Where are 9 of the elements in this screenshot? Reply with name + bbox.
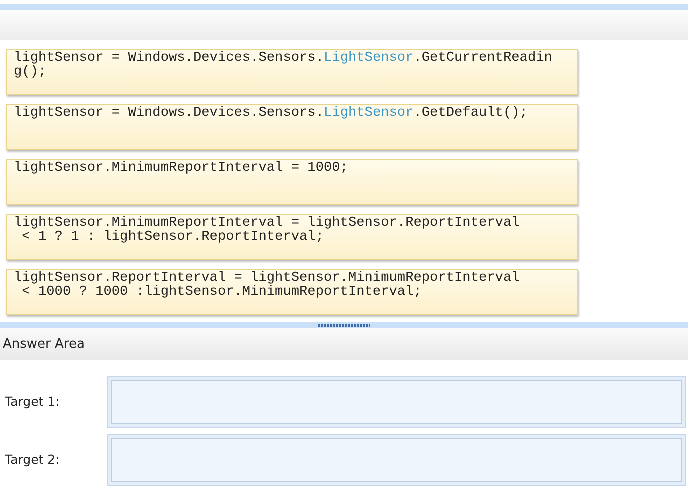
target-label: Target 2: [4,450,61,469]
code-tile[interactable]: lightSensor = Windows.Devices.Sensors.LightSensor.GetCurrentReadin g(); [6,49,578,95]
target-label: Target 1: [4,392,61,411]
grip-icon[interactable] [318,324,370,326]
section-title: Answer Area [0,328,688,360]
code-tile[interactable]: lightSensor.MinimumReportInterval = 1000; [6,159,578,205]
code-tile[interactable]: lightSensor.ReportInterval = lightSensor.MinimumReportInterval < 1000 ? 1000 :lightSensor.MinimumReportInterval; [6,269,578,315]
code-tile[interactable]: lightSensor = Windows.Devices.Sensors.LightSensor.GetDefault(); [6,104,578,150]
code-tile[interactable]: lightSensor.MinimumReportInterval = lightSensor.ReportInterval < 1 ? 1 : lightSensor.ReportInterval; [6,214,578,260]
